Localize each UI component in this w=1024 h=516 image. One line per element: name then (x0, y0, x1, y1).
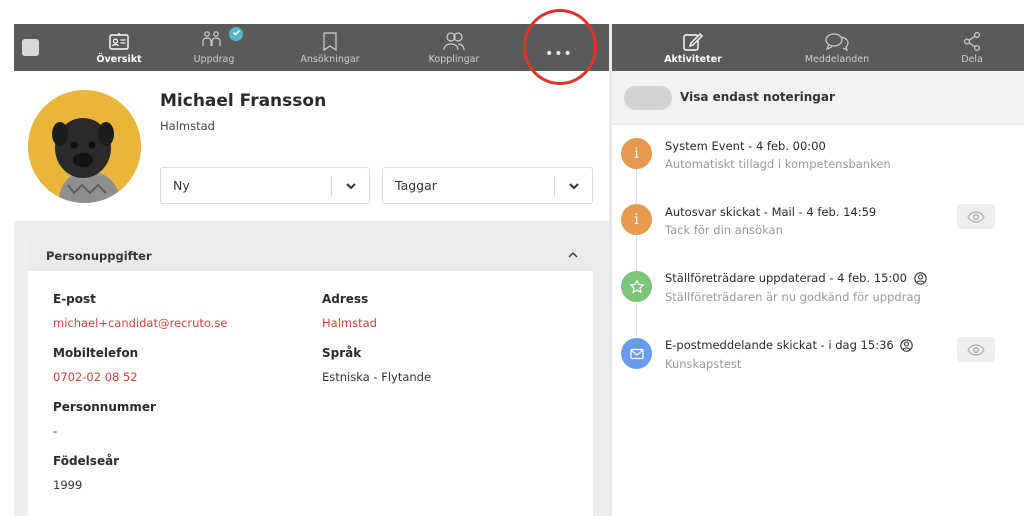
eye-icon (967, 343, 985, 356)
edit-icon (683, 33, 703, 51)
language-value: Estniska - Flytande (322, 370, 432, 384)
avatar (28, 90, 141, 203)
tab-kopplingar[interactable]: Kopplingar (424, 24, 484, 71)
tab-label: Ansökningar (300, 54, 360, 65)
status-select[interactable]: Ny (160, 167, 370, 204)
personal-info-header[interactable]: Personuppgifter (28, 240, 593, 271)
tab-meddelanden[interactable]: Meddelanden (802, 24, 872, 71)
event-title: Autosvar skickat - Mail - 4 feb. 14:59 (665, 205, 877, 219)
timeline-line (636, 160, 637, 360)
birthyear-label: Födelseår (53, 454, 120, 468)
tab-ansokningar[interactable]: Ansökningar (298, 24, 362, 71)
tags-select[interactable]: Taggar (382, 167, 593, 204)
tab-label: Kopplingar (428, 54, 480, 65)
pug-photo (28, 90, 141, 203)
event-title: System Event - 4 feb. 00:00 (665, 139, 826, 153)
app-root: Översikt Uppdrag Ansökningar Kopplingar … (0, 0, 1024, 516)
people-icon-wrap (201, 27, 243, 54)
tab-label: Meddelanden (804, 54, 870, 65)
id-card-icon (109, 33, 129, 50)
event-title: E-postmeddelande skickat - i dag 15:36 (665, 338, 914, 352)
select-separator (554, 176, 555, 196)
chevron-down-icon (346, 183, 356, 190)
users-icon (443, 32, 465, 51)
ssn-value: - (53, 424, 58, 438)
people-icon (202, 31, 221, 46)
chevron-down-icon (569, 183, 579, 190)
share-icon (963, 32, 980, 51)
email-label: E-post (53, 292, 96, 306)
address-link[interactable]: Halmstad (322, 316, 377, 330)
tab-label: Aktiviteter (664, 54, 722, 65)
view-button[interactable] (957, 337, 995, 362)
language-label: Språk (322, 346, 362, 360)
tags-select-value: Taggar (395, 178, 437, 193)
section-title: Personuppgifter (46, 248, 152, 263)
notes-filter-row: Visa endast noteringar (612, 71, 1024, 125)
view-button[interactable] (957, 204, 995, 229)
person-icon (913, 272, 927, 285)
profile-nav-bar: Översikt Uppdrag Ansökningar Kopplingar (14, 24, 609, 71)
chevron-up-icon[interactable] (567, 250, 579, 260)
notes-only-toggle[interactable] (624, 86, 672, 110)
email-link[interactable]: michael+candidat@recruto.se (53, 316, 227, 330)
person-icon (900, 339, 914, 352)
check-badge-icon (229, 27, 243, 41)
select-checkbox[interactable] (22, 39, 39, 56)
tab-dela[interactable]: Dela (952, 24, 992, 71)
candidate-name: Michael Fransson (160, 91, 327, 111)
phone-link[interactable]: 0702-02 08 52 (53, 370, 138, 384)
phone-label: Mobiltelefon (53, 346, 139, 360)
bookmark-icon (323, 32, 337, 51)
event-subtitle: Kunskapstest (665, 357, 742, 371)
event-title-text: Ställföreträdare uppdaterad - 4 feb. 15:… (665, 271, 907, 285)
address-label: Adress (322, 292, 369, 306)
mail-icon (621, 338, 652, 369)
tab-oversikt[interactable]: Översikt (84, 24, 154, 71)
tab-label: Uppdrag (193, 54, 235, 65)
activity-nav-bar: Aktiviteter Meddelanden Dela (612, 24, 1024, 71)
event-subtitle: Automatiskt tillagd i kompetensbanken (665, 157, 891, 171)
more-options-button[interactable]: ••• (545, 46, 573, 62)
tab-aktiviteter[interactable]: Aktiviteter (660, 24, 726, 71)
tab-label: Dela (961, 54, 983, 65)
birthyear-value: 1999 (53, 478, 83, 492)
personal-info-card: Personuppgifter E-post michael+candidat@… (28, 240, 593, 516)
event-subtitle: Ställföreträdaren är nu godkänd för uppd… (665, 290, 921, 304)
event-subtitle: Tack för din ansökan (665, 223, 783, 237)
ssn-label: Personnummer (53, 400, 156, 414)
notes-only-label: Visa endast noteringar (680, 90, 835, 104)
tab-label: Översikt (96, 54, 142, 65)
info-icon: i (621, 138, 652, 169)
select-separator (331, 176, 332, 196)
status-select-value: Ny (173, 178, 190, 193)
chat-icon (825, 33, 849, 51)
event-title-text: E-postmeddelande skickat - i dag 15:36 (665, 338, 894, 352)
tab-uppdrag[interactable]: Uppdrag (186, 24, 243, 71)
star-icon (621, 271, 652, 302)
info-icon: i (621, 204, 652, 235)
candidate-city: Halmstad (160, 119, 215, 133)
eye-icon (967, 210, 985, 223)
event-title: Ställföreträdare uppdaterad - 4 feb. 15:… (665, 271, 927, 285)
